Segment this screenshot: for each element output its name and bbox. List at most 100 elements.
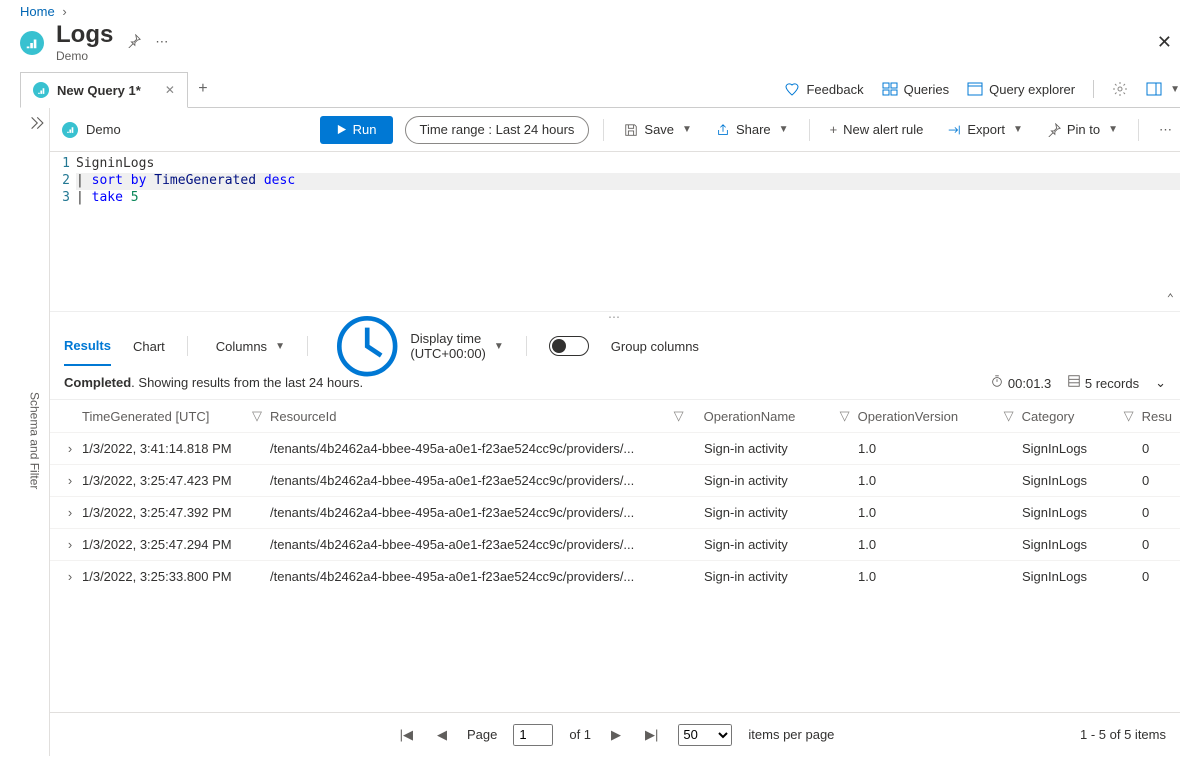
expand-row-icon[interactable]: › bbox=[58, 537, 82, 552]
side-rail: Schema and Filter bbox=[20, 108, 50, 756]
export-button[interactable]: Export▼ bbox=[941, 122, 1028, 137]
tab-chart[interactable]: Chart bbox=[133, 326, 165, 366]
query-editor[interactable]: 1 2 3 SigninLogs | sort by TimeGenerated… bbox=[50, 152, 1180, 312]
expand-status-icon[interactable]: ⌄ bbox=[1155, 375, 1166, 391]
chevron-down-icon: ▼ bbox=[682, 124, 692, 135]
group-columns-toggle[interactable] bbox=[549, 336, 589, 356]
col-category[interactable]: Category▽ bbox=[1022, 408, 1142, 424]
group-columns-label: Group columns bbox=[611, 339, 699, 354]
page-subtitle: Demo bbox=[56, 49, 113, 63]
results-grid: TimeGenerated [UTC]▽ ResourceId▽ Operati… bbox=[50, 399, 1180, 592]
cell-result: 0 bbox=[1142, 473, 1172, 488]
divider bbox=[187, 336, 188, 356]
collapse-editor-icon[interactable]: ⌃ bbox=[1167, 291, 1174, 305]
new-alert-button[interactable]: + New alert rule bbox=[824, 122, 930, 137]
more-actions-icon[interactable]: ⋯ bbox=[1153, 122, 1180, 138]
chevron-down-icon: ▼ bbox=[275, 341, 285, 352]
cell-opversion: 1.0 bbox=[858, 473, 1022, 488]
results-tabs: Results Chart Columns▼ Display time (UTC… bbox=[50, 326, 1180, 366]
columns-button[interactable]: Columns ▼ bbox=[210, 339, 285, 354]
page-input[interactable] bbox=[513, 724, 553, 746]
queries-button[interactable]: Queries bbox=[882, 81, 950, 97]
time-range-selector[interactable]: Time range : Last 24 hours bbox=[405, 116, 590, 144]
settings-icon[interactable] bbox=[1112, 81, 1128, 97]
prev-page-button[interactable]: ◀ bbox=[433, 725, 451, 745]
code-line: | take 5 bbox=[76, 190, 1180, 207]
col-operation[interactable]: OperationName▽ bbox=[704, 408, 858, 424]
filter-icon[interactable]: ▽ bbox=[674, 408, 692, 424]
cell-result: 0 bbox=[1142, 505, 1172, 520]
cell-operation: Sign-in activity bbox=[704, 473, 858, 488]
add-tab-button[interactable]: + bbox=[188, 71, 218, 107]
expand-row-icon[interactable]: › bbox=[58, 441, 82, 456]
close-tab-icon[interactable]: ✕ bbox=[165, 83, 175, 97]
cell-operation: Sign-in activity bbox=[704, 537, 858, 552]
feedback-button[interactable]: Feedback bbox=[784, 81, 863, 97]
cell-category: SignInLogs bbox=[1022, 537, 1142, 552]
share-label: Share bbox=[736, 122, 771, 137]
side-rail-label[interactable]: Schema and Filter bbox=[28, 392, 42, 489]
table-row[interactable]: ›1/3/2022, 3:25:47.294 PM/tenants/4b2462… bbox=[50, 528, 1180, 560]
breadcrumb-home[interactable]: Home bbox=[20, 4, 55, 19]
per-page-label: items per page bbox=[748, 727, 834, 742]
columns-label: Columns bbox=[216, 339, 267, 354]
time-range-value: Last 24 hours bbox=[496, 122, 575, 137]
chevron-down-icon: ▼ bbox=[1170, 84, 1180, 95]
run-button[interactable]: Run bbox=[320, 116, 393, 144]
per-page-select[interactable]: 50 bbox=[678, 724, 732, 746]
col-time[interactable]: TimeGenerated [UTC]▽ bbox=[82, 408, 270, 424]
query-explorer-button[interactable]: Query explorer bbox=[967, 81, 1075, 97]
pin-to-button[interactable]: Pin to▼ bbox=[1041, 122, 1124, 137]
code-line: SigninLogs bbox=[76, 156, 1180, 173]
last-page-button[interactable]: ▶| bbox=[641, 725, 662, 745]
pin-to-label: Pin to bbox=[1067, 122, 1100, 137]
expand-row-icon[interactable]: › bbox=[58, 473, 82, 488]
chevron-down-icon: ▼ bbox=[1013, 124, 1023, 135]
first-page-button[interactable]: |◀ bbox=[396, 725, 417, 745]
cell-resource: /tenants/4b2462a4-bbee-495a-a0e1-f23ae52… bbox=[270, 441, 704, 456]
table-row[interactable]: ›1/3/2022, 3:25:33.800 PM/tenants/4b2462… bbox=[50, 560, 1180, 592]
resize-handle[interactable]: ⋯ bbox=[50, 312, 1180, 326]
close-button[interactable]: ✕ bbox=[1149, 28, 1180, 57]
col-opversion[interactable]: OperationVersion▽ bbox=[858, 408, 1022, 424]
cell-time: 1/3/2022, 3:25:47.392 PM bbox=[82, 505, 270, 520]
status-bar: Completed. Showing results from the last… bbox=[50, 366, 1180, 399]
cell-operation: Sign-in activity bbox=[704, 505, 858, 520]
cell-time: 1/3/2022, 3:25:33.800 PM bbox=[82, 569, 270, 584]
cell-resource: /tenants/4b2462a4-bbee-495a-a0e1-f23ae52… bbox=[270, 569, 704, 584]
share-button[interactable]: Share▼ bbox=[710, 122, 795, 137]
filter-icon[interactable]: ▽ bbox=[1124, 408, 1142, 424]
col-resource[interactable]: ResourceId▽ bbox=[270, 408, 704, 424]
status-completed: Completed bbox=[64, 375, 131, 390]
editor-code[interactable]: SigninLogs | sort by TimeGenerated desc … bbox=[76, 152, 1180, 311]
table-row[interactable]: ›1/3/2022, 3:25:47.423 PM/tenants/4b2462… bbox=[50, 464, 1180, 496]
expand-rail-icon[interactable] bbox=[26, 114, 44, 132]
tab-results[interactable]: Results bbox=[64, 326, 111, 366]
cell-result: 0 bbox=[1142, 441, 1172, 456]
more-icon[interactable]: ⋯ bbox=[155, 34, 168, 50]
save-button[interactable]: Save▼ bbox=[618, 122, 698, 137]
scope-selector[interactable]: Demo bbox=[54, 122, 129, 138]
scope-label: Demo bbox=[86, 122, 121, 137]
filter-icon[interactable]: ▽ bbox=[1004, 408, 1022, 424]
expand-row-icon[interactable]: › bbox=[58, 505, 82, 520]
table-row[interactable]: ›1/3/2022, 3:41:14.818 PM/tenants/4b2462… bbox=[50, 432, 1180, 464]
panel-icon[interactable]: ▼ bbox=[1146, 81, 1180, 97]
plus-icon: + bbox=[830, 122, 838, 137]
table-row[interactable]: ›1/3/2022, 3:25:47.392 PM/tenants/4b2462… bbox=[50, 496, 1180, 528]
query-tab[interactable]: New Query 1* ✕ bbox=[20, 72, 188, 108]
next-page-button[interactable]: ▶ bbox=[607, 725, 625, 745]
query-tab-label: New Query 1* bbox=[57, 83, 141, 98]
expand-row-icon[interactable]: › bbox=[58, 569, 82, 584]
cell-time: 1/3/2022, 3:25:47.423 PM bbox=[82, 473, 270, 488]
divider bbox=[603, 119, 604, 141]
pin-icon[interactable] bbox=[127, 34, 141, 51]
cell-resource: /tenants/4b2462a4-bbee-495a-a0e1-f23ae52… bbox=[270, 537, 704, 552]
filter-icon[interactable]: ▽ bbox=[252, 408, 270, 424]
main-panel: Demo Run Time range : Last 24 hours Save… bbox=[50, 108, 1180, 756]
page-title-block: Logs Demo bbox=[56, 21, 113, 63]
feedback-label: Feedback bbox=[806, 82, 863, 97]
filter-icon[interactable]: ▽ bbox=[840, 408, 858, 424]
cell-opversion: 1.0 bbox=[858, 537, 1022, 552]
col-result[interactable]: Resu bbox=[1142, 409, 1172, 424]
